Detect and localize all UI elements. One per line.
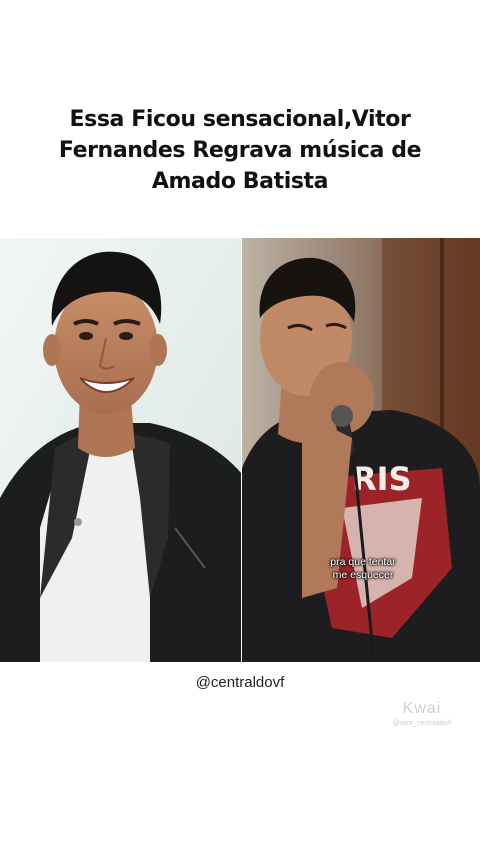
singer-illustration: RIS	[242, 238, 480, 662]
portrait-illustration	[0, 238, 241, 662]
caption-line-2: me esquecer	[332, 569, 394, 581]
lyrics-caption: pra que tentar me esquecer	[318, 556, 408, 582]
right-singing-photo: RIS	[242, 238, 480, 662]
headline-line-3: Amado Batista	[151, 169, 329, 194]
kwai-logo-icon: Kwai	[402, 700, 442, 717]
shirt-print-text: RIS	[352, 460, 412, 498]
credit-handle: @centraldovf	[195, 674, 285, 691]
kwai-watermark: Kwai @vitor_centraldovf	[372, 700, 472, 727]
headline: Essa Ficou sensacional,Vitor Fernandes R…	[30, 104, 450, 197]
headline-line-1: Essa Ficou sensacional,Vitor	[69, 107, 411, 132]
watermark-user: @vitor_centraldovf	[392, 720, 452, 727]
caption-line-1: pra que tentar	[330, 556, 396, 568]
headline-line-2: Fernandes Regrava música de	[58, 138, 422, 163]
left-portrait-photo	[0, 238, 241, 662]
